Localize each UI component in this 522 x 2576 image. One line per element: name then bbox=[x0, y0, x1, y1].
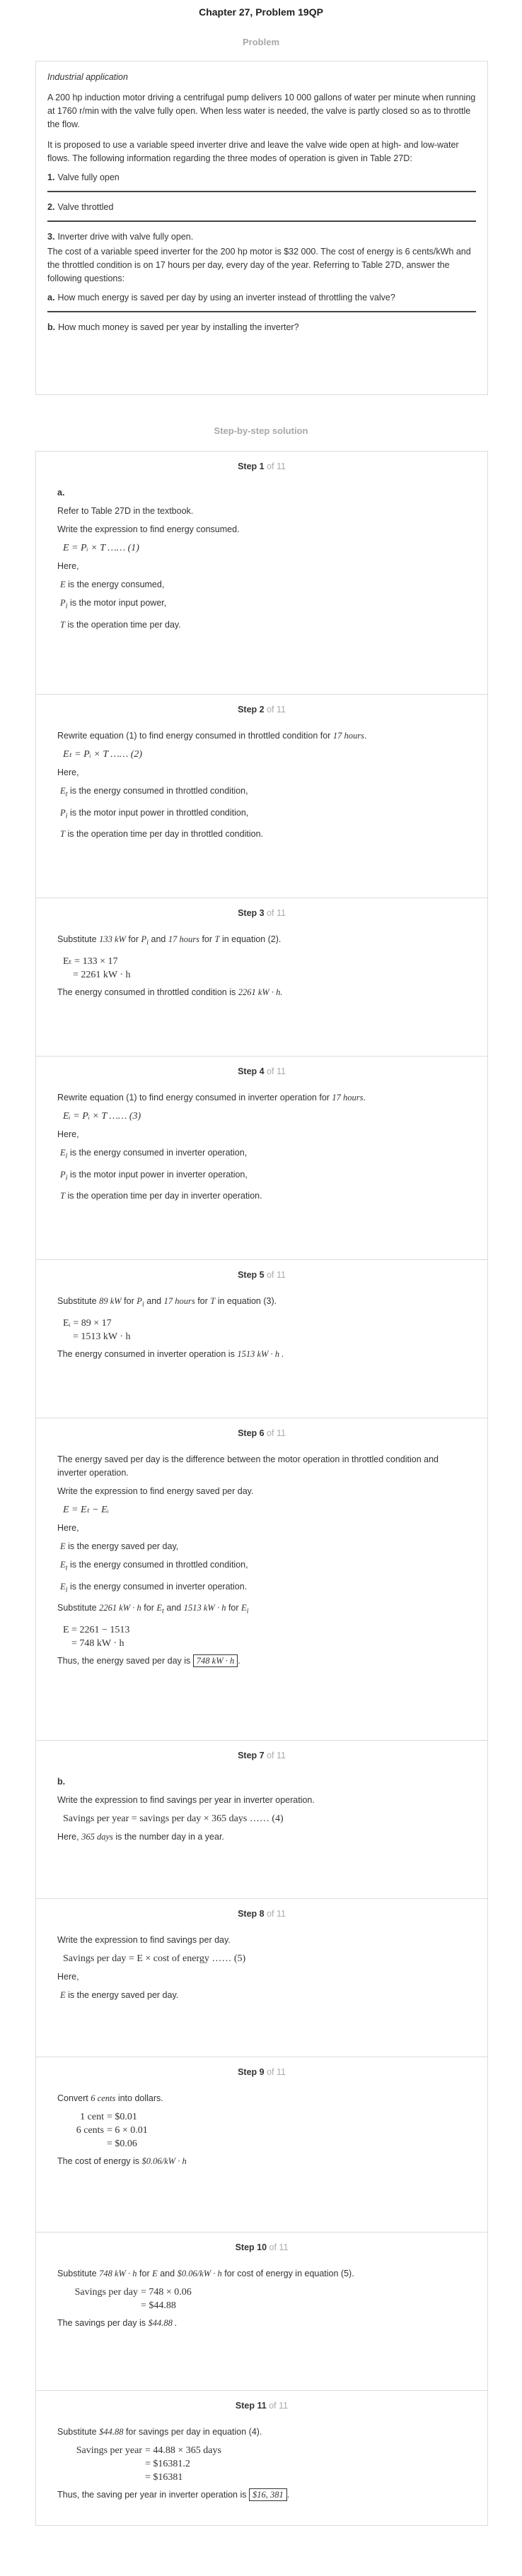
answer-box: 748 kW · h bbox=[192, 1654, 238, 1667]
step-8: Step 8 of 11 Write the expression to fin… bbox=[36, 1899, 487, 2057]
step-text: Here, bbox=[57, 1523, 79, 1533]
step-text: Substitute 2261 kW · h for Et and 1513 k… bbox=[57, 1603, 249, 1616]
step-result: The energy consumed in inverter operatio… bbox=[57, 1348, 284, 1359]
mode-item: 1. Valve fully open bbox=[47, 168, 476, 192]
question-item: a. How much energy is saved per day by us… bbox=[47, 288, 476, 312]
step-result: The cost of energy is $0.06/kW · h bbox=[57, 2156, 187, 2166]
step-9: Step 9 of 11 Convert 6 cents into dollar… bbox=[36, 2057, 487, 2233]
problem-box: Industrial application A 200 hp inductio… bbox=[35, 61, 488, 395]
definition: T is the operation time per day in throt… bbox=[60, 829, 263, 839]
step-text: Rewrite equation (1) to find energy cons… bbox=[57, 731, 367, 741]
step-text: Here, bbox=[57, 1129, 79, 1139]
step-result: Thus, the saving per year in inverter op… bbox=[57, 2488, 290, 2501]
step-text: Write the expression to find energy save… bbox=[57, 1486, 254, 1496]
step-4: Step 4 of 11 Rewrite equation (1) to fin… bbox=[36, 1057, 487, 1260]
problem-paragraph-1: A 200 hp induction motor driving a centr… bbox=[47, 93, 476, 129]
step-1: Step 1 of 11 a. Refer to Table 27D in th… bbox=[36, 452, 487, 695]
step-title: Step 8 of 11 bbox=[238, 1909, 286, 1919]
question-list: a. How much energy is saved per day by us… bbox=[47, 288, 476, 341]
equation-stack: Savings per year = 44.88 × 365 days = $16… bbox=[76, 2445, 221, 2483]
definition: E is the energy consumed, bbox=[60, 580, 165, 589]
definition: E is the energy saved per day. bbox=[60, 1990, 179, 2000]
step-text: Write the expression to find energy cons… bbox=[57, 524, 240, 534]
step-3: Step 3 of 11 Substitute 133 kW for Pi an… bbox=[36, 898, 487, 1057]
step-text: Here, 365 days is the number day in a ye… bbox=[57, 1832, 224, 1842]
step-title: Step 11 of 11 bbox=[235, 2401, 289, 2411]
definition: Et is the energy consumed in throttled c… bbox=[60, 786, 248, 799]
part-label: b. bbox=[57, 1777, 66, 1787]
problem-category: Industrial application bbox=[47, 72, 128, 82]
step-text: Here, bbox=[57, 1972, 79, 1982]
definition: T is the operation time per day in inver… bbox=[60, 1191, 262, 1201]
step-text: The energy saved per day is the differen… bbox=[57, 1454, 439, 1478]
step-text: Substitute 133 kW for Pi and 17 hours fo… bbox=[57, 934, 282, 947]
step-text: Write the expression to find savings per… bbox=[57, 1935, 231, 1945]
equation: Savings per year = savings per day × 365… bbox=[63, 1813, 284, 1824]
equation-stack: Eₜ = 133 × 17 = 2261 kW · h bbox=[63, 955, 131, 980]
step-title: Step 5 of 11 bbox=[238, 1270, 286, 1280]
step-text: Substitute $44.88 for savings per day in… bbox=[57, 2427, 262, 2437]
step-title: Step 3 of 11 bbox=[238, 908, 286, 918]
step-title: Step 2 of 11 bbox=[238, 705, 286, 714]
problem-paragraph-3: The cost of a variable speed inverter fo… bbox=[47, 247, 471, 283]
step-11: Step 11 of 11 Substitute $44.88 for savi… bbox=[36, 2391, 487, 2525]
step-title: Step 10 of 11 bbox=[235, 2242, 289, 2252]
mode-item: 3. Inverter drive with valve fully open. bbox=[47, 232, 194, 242]
equation: Eᵢ = Pᵢ × T …… (3) bbox=[63, 1111, 141, 1122]
step-title: Step 1 of 11 bbox=[238, 461, 286, 471]
step-text: Rewrite equation (1) to find energy cons… bbox=[57, 1093, 366, 1102]
step-text: Convert 6 cents into dollars. bbox=[57, 2093, 163, 2103]
mode-list: 1. Valve fully open 2. Valve throttled 3. I… bbox=[47, 168, 476, 245]
equation-stack: 1 cent = $0.01 6 cents = 6 × 0.01 = $0.06 bbox=[76, 2112, 148, 2149]
step-6: Step 6 of 11 The energy saved per day is… bbox=[36, 1418, 487, 1741]
step-10: Step 10 of 11 Substitute 748 kW · h for … bbox=[36, 2233, 487, 2391]
step-5: Step 5 of 11 Substitute 89 kW for Pi and… bbox=[36, 1260, 487, 1418]
part-label: a. bbox=[57, 488, 65, 498]
definition: Ei is the energy consumed in inverter op… bbox=[60, 1148, 248, 1160]
equation: E = Pᵢ × T …… (1) bbox=[63, 543, 139, 553]
definition: T is the operation time per day. bbox=[60, 619, 181, 630]
step-title: Step 9 of 11 bbox=[238, 2067, 286, 2077]
equation: Savings per day = E × cost of energy …… … bbox=[63, 1953, 246, 1964]
step-result: Thus, the energy saved per day is 748 kW… bbox=[57, 1654, 240, 1667]
step-7: Step 7 of 11 b. Write the expression to … bbox=[36, 1741, 487, 1899]
definition: Et is the energy consumed in throttled c… bbox=[60, 1560, 248, 1572]
step-text: Refer to Table 27D in the textbook. bbox=[57, 506, 194, 516]
solution-container: Step 1 of 11 a. Refer to Table 27D in th… bbox=[35, 451, 488, 2526]
step-title: Step 7 of 11 bbox=[238, 1751, 286, 1760]
equation-stack: E = 2261 − 1513 = 748 kW · h bbox=[63, 1624, 130, 1649]
step-text: Here, bbox=[57, 561, 79, 571]
step-title: Step 4 of 11 bbox=[238, 1066, 286, 1076]
equation: Eₜ = Pᵢ × T …… (2) bbox=[63, 749, 143, 760]
definition: E is the energy saved per day, bbox=[60, 1541, 179, 1551]
step-title: Step 6 of 11 bbox=[238, 1428, 286, 1438]
problem-heading: Problem bbox=[242, 37, 279, 47]
equation: E = Eₜ − Eᵢ bbox=[63, 1505, 109, 1515]
step-result: The energy consumed in throttled conditi… bbox=[57, 987, 283, 997]
solution-heading: Step-by-step solution bbox=[214, 425, 308, 436]
step-text: Here, bbox=[57, 767, 79, 777]
definition: Pi is the motor input power in inverter … bbox=[60, 1169, 248, 1182]
question-item: b. How much money is saved per year by in… bbox=[47, 322, 299, 332]
step-text: Write the expression to find savings per… bbox=[57, 1795, 315, 1805]
equation-stack: Eᵢ = 89 × 17 = 1513 kW · h bbox=[63, 1317, 131, 1342]
step-result: The savings per day is $44.88 . bbox=[57, 2318, 178, 2328]
mode-item: 2. Valve throttled bbox=[47, 198, 476, 222]
step-text: Substitute 89 kW for Pi and 17 hours for… bbox=[57, 1296, 277, 1309]
step-2: Step 2 of 11 Rewrite equation (1) to fin… bbox=[36, 695, 487, 898]
problem-paragraph-2: It is proposed to use a variable speed i… bbox=[47, 140, 459, 163]
step-text: Substitute 748 kW · h for E and $0.06/kW… bbox=[57, 2269, 354, 2278]
definition: Pi is the motor input power, bbox=[60, 598, 167, 611]
equation-stack: Savings per day = 748 × 0.06 = $44.88 bbox=[74, 2287, 192, 2311]
answer-box: $16, 381 bbox=[248, 2488, 287, 2501]
definition: Pi is the motor input power in throttled… bbox=[60, 807, 249, 821]
page-title: Chapter 27, Problem 19QP bbox=[199, 6, 323, 18]
definition: Ei is the energy consumed in inverter op… bbox=[60, 1581, 248, 1594]
